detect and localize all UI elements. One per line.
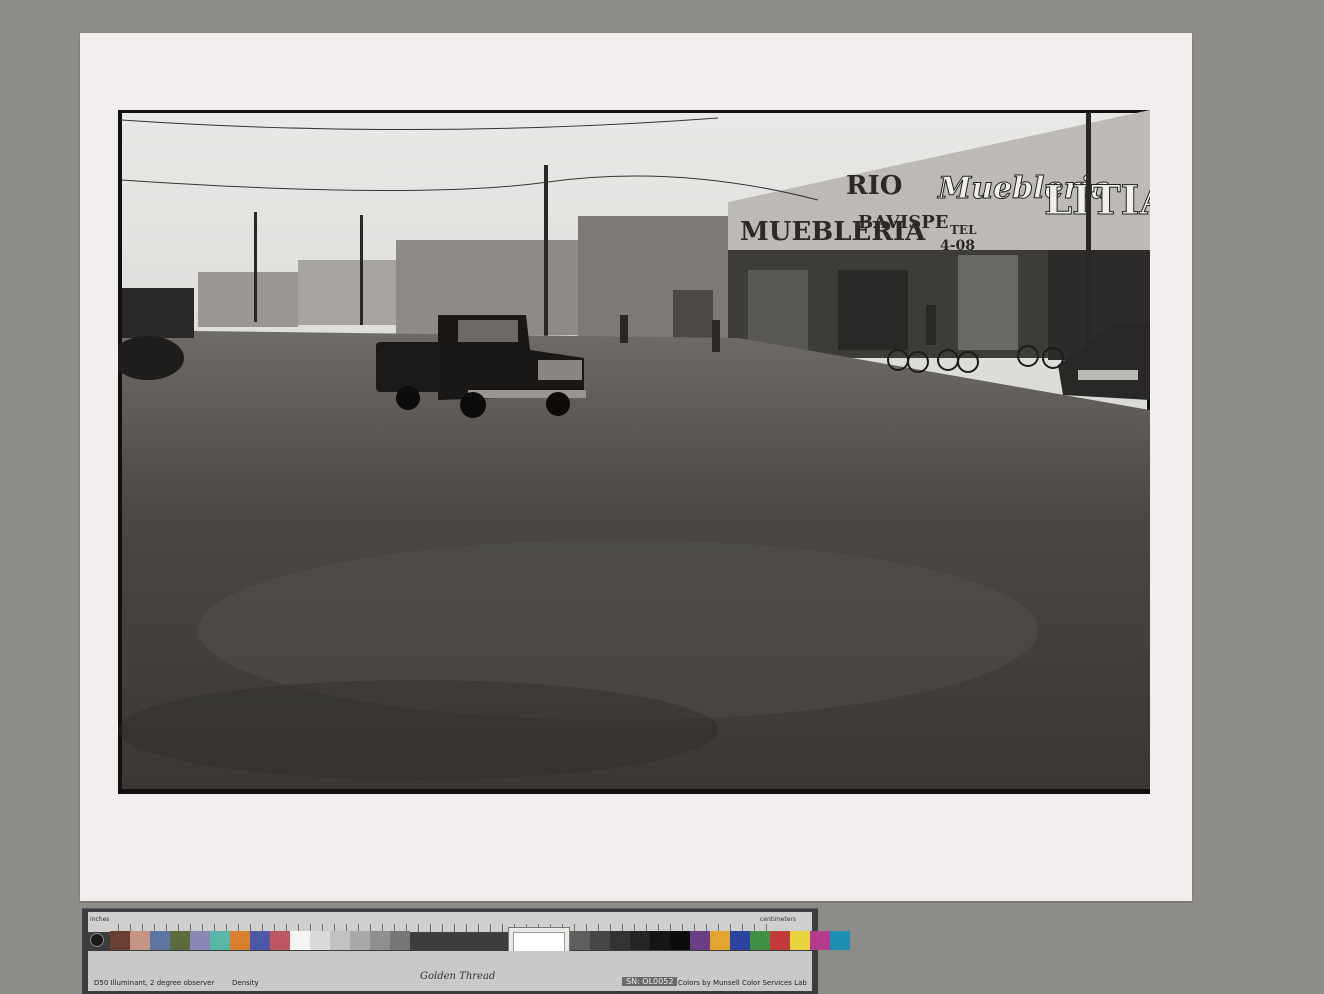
sign-litian: LITIAN <box>1044 177 1150 224</box>
photograph: MUEBLERIA RIO BAVISPE Muebleria LITIAN T… <box>118 110 1150 794</box>
sign-rio: RIO <box>846 171 902 201</box>
color-swatch <box>290 931 310 950</box>
distant-building <box>298 260 398 325</box>
color-swatch <box>810 931 830 950</box>
centimeters-label: centimeters <box>760 916 796 923</box>
color-swatch <box>210 931 230 950</box>
utility-pole <box>1086 113 1091 343</box>
utility-pole <box>360 215 363 325</box>
inches-label: inches <box>90 916 110 923</box>
color-swatch <box>330 931 350 950</box>
color-swatch <box>230 931 250 950</box>
ruler-strip: inches centimeters <box>88 912 812 932</box>
golden-thread-logo: Golden Thread <box>420 971 496 982</box>
color-calibration-target: inches centimeters D50 Illuminant, 2 deg… <box>82 908 850 994</box>
pedestrian <box>712 320 720 352</box>
color-swatch <box>110 931 130 950</box>
color-swatch <box>190 931 210 950</box>
color-swatch <box>170 931 190 950</box>
serial-number: SN: OL0052 <box>622 977 678 986</box>
color-swatch <box>590 931 610 950</box>
distant-building <box>198 272 298 327</box>
color-swatch <box>690 931 710 950</box>
parked-truck <box>122 288 194 338</box>
sign-tel-number: 4-08 <box>940 238 975 254</box>
munsell-credit: Colors by Munsell Color Services Lab <box>678 979 807 987</box>
color-swatch <box>350 931 370 950</box>
color-swatch <box>130 931 150 950</box>
color-swatch <box>750 931 770 950</box>
color-swatch <box>390 931 410 950</box>
color-swatch <box>830 931 850 950</box>
color-swatch <box>270 931 290 950</box>
color-swatch <box>770 931 790 950</box>
registration-mark <box>90 933 104 947</box>
color-swatch <box>250 931 270 950</box>
street-scene: MUEBLERIA RIO BAVISPE Muebleria LITIAN T… <box>118 110 1150 794</box>
color-swatch <box>570 931 590 950</box>
color-swatch <box>730 931 750 950</box>
sign-tel: TEL <box>950 223 977 237</box>
color-swatch <box>370 931 390 950</box>
color-swatches-left <box>110 931 410 950</box>
color-swatch <box>710 931 730 950</box>
color-swatch <box>310 931 330 950</box>
density-label: Density <box>232 979 259 987</box>
utility-pole <box>544 165 548 340</box>
illuminant-label: D50 Illuminant, 2 degree observer <box>94 979 215 987</box>
color-swatches-right <box>570 931 850 950</box>
pedestrian <box>620 315 628 343</box>
color-swatch <box>630 931 650 950</box>
color-swatch <box>610 931 630 950</box>
pedestrian <box>926 305 936 345</box>
color-swatch <box>670 931 690 950</box>
utility-pole <box>254 212 257 322</box>
sign-bavispe: BAVISPE <box>858 212 949 233</box>
color-swatch <box>790 931 810 950</box>
color-swatch <box>150 931 170 950</box>
color-swatch <box>650 931 670 950</box>
